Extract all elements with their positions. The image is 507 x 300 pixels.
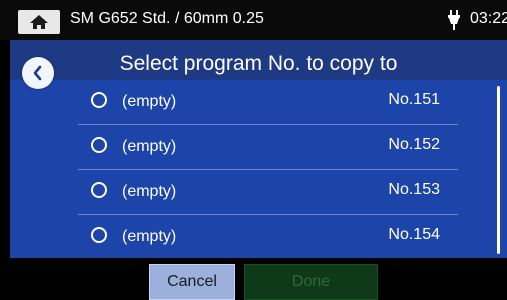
clock: 03:22 — [470, 10, 507, 27]
radio-button[interactable] — [91, 92, 107, 108]
radio-button[interactable] — [91, 227, 107, 243]
radio-button[interactable] — [91, 137, 107, 153]
plug-icon — [448, 10, 460, 30]
home-icon — [30, 15, 48, 29]
back-button[interactable] — [22, 57, 54, 89]
status-bar: SM G652 Std. / 60mm 0.25 03:22 — [0, 0, 507, 40]
program-number: No.153 — [388, 181, 440, 198]
screen: SM G652 Std. / 60mm 0.25 03:22 Select pr… — [0, 0, 507, 300]
program-title: SM G652 Std. / 60mm 0.25 — [70, 10, 264, 27]
item-label: (empty) — [122, 138, 177, 155]
scrollbar-thumb[interactable] — [497, 86, 500, 254]
list-item[interactable]: (empty) No.154 — [78, 215, 458, 258]
done-button[interactable]: Done — [244, 264, 378, 300]
item-label: (empty) — [122, 228, 177, 245]
bottom-bar: Cancel Done — [0, 258, 507, 300]
item-label: (empty) — [122, 183, 177, 200]
program-number: No.151 — [388, 91, 440, 108]
list-item[interactable]: (empty) No.153 — [78, 170, 458, 215]
page-title: Select program No. to copy to — [119, 52, 398, 75]
scrollbar[interactable] — [497, 86, 500, 254]
cancel-button[interactable]: Cancel — [149, 264, 235, 300]
list-item[interactable]: (empty) No.151 — [78, 80, 458, 125]
home-button[interactable] — [18, 10, 60, 34]
radio-button[interactable] — [91, 182, 107, 198]
program-number: No.154 — [388, 226, 440, 243]
item-label: (empty) — [122, 93, 177, 110]
list-item[interactable]: (empty) No.152 — [78, 125, 458, 170]
chevron-left-icon — [33, 65, 42, 81]
program-list[interactable]: (empty) No.151 (empty) No.152 (empty) No… — [10, 80, 507, 258]
program-number: No.152 — [388, 136, 440, 153]
